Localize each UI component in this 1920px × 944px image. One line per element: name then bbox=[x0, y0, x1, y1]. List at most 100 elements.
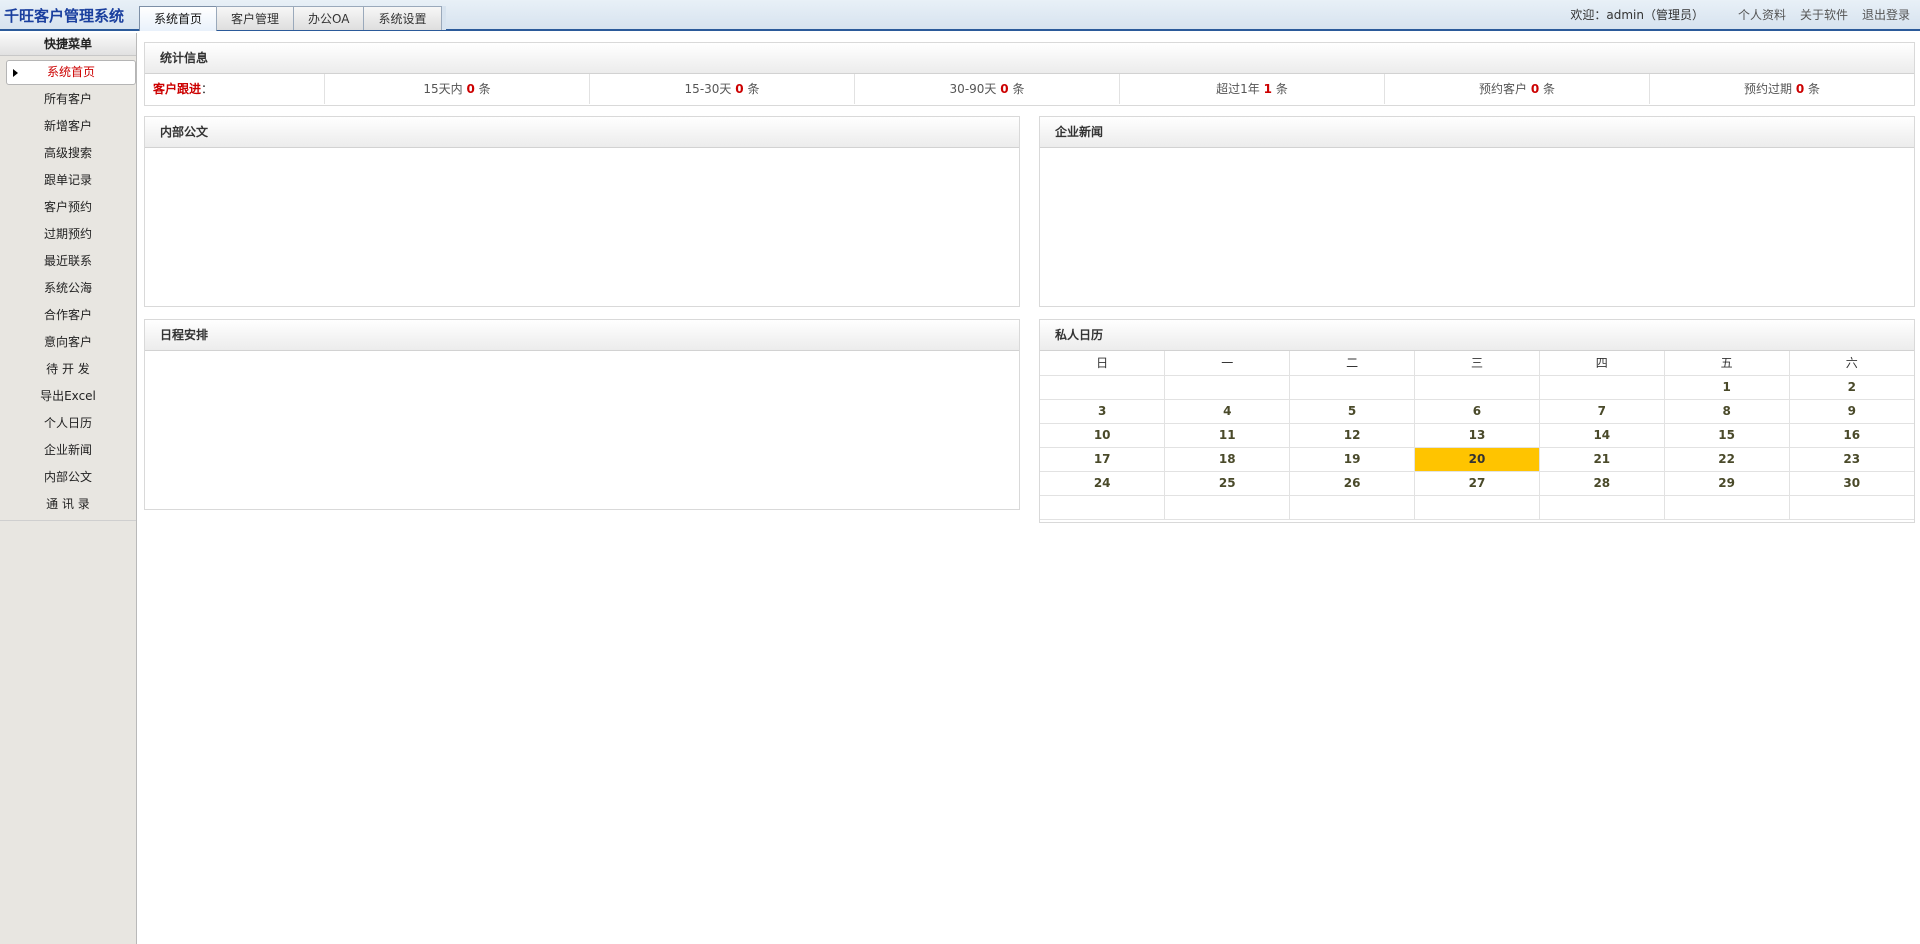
calendar-day[interactable]: 18 bbox=[1164, 446, 1291, 472]
calendar-day[interactable]: 23 bbox=[1788, 446, 1914, 472]
calendar-day[interactable] bbox=[1164, 494, 1291, 520]
stat-prefix: 预约过期 bbox=[1743, 82, 1792, 96]
header-links: 欢迎：admin（管理员） 个人资料 关于软件 退出登录 bbox=[1570, 6, 1910, 23]
calendar-day[interactable]: 1 bbox=[1663, 374, 1790, 400]
sidebar-item-prospect-customers[interactable]: 意向客户 bbox=[0, 329, 136, 356]
calendar-day[interactable]: 13 bbox=[1414, 422, 1540, 448]
stat-15-days[interactable]: 15天内 0 条 bbox=[325, 74, 590, 104]
calendar-day[interactable]: 22 bbox=[1663, 446, 1790, 472]
calendar-week-row bbox=[1040, 494, 1914, 520]
calendar-week-row: 17 18 19 20 21 22 23 bbox=[1040, 446, 1914, 472]
calendar-day[interactable] bbox=[1289, 494, 1416, 520]
caret-right-icon bbox=[13, 69, 18, 77]
stat-prefix: 超过1年 bbox=[1216, 82, 1260, 96]
calendar-day[interactable]: 25 bbox=[1164, 470, 1291, 496]
stat-count: 0 bbox=[466, 82, 475, 96]
calendar-day[interactable]: 5 bbox=[1289, 398, 1416, 424]
internal-docs-title: 内部公文 bbox=[145, 117, 1019, 148]
tab-office-oa[interactable]: 办公OA bbox=[293, 6, 365, 30]
sidebar-item-to-develop[interactable]: 待 开 发 bbox=[0, 356, 136, 383]
calendar-day[interactable] bbox=[1538, 374, 1665, 400]
calendar-weekday-row: 日 一 二 三 四 五 六 bbox=[1040, 351, 1914, 376]
calendar-day[interactable]: 29 bbox=[1663, 470, 1790, 496]
about-link[interactable]: 关于软件 bbox=[1800, 6, 1848, 23]
calendar-day[interactable]: 14 bbox=[1538, 422, 1665, 448]
sidebar-item-personal-calendar[interactable]: 个人日历 bbox=[0, 410, 136, 437]
calendar-day[interactable]: 24 bbox=[1040, 470, 1166, 496]
sidebar-item-expired-appointments[interactable]: 过期预约 bbox=[0, 221, 136, 248]
tab-system-settings[interactable]: 系统设置 bbox=[363, 6, 442, 30]
calendar-day[interactable]: 27 bbox=[1414, 470, 1540, 496]
sidebar-item-new-customer[interactable]: 新增客户 bbox=[0, 113, 136, 140]
calendar-day[interactable]: 26 bbox=[1289, 470, 1416, 496]
logout-link[interactable]: 退出登录 bbox=[1862, 6, 1910, 23]
stat-unit: 条 bbox=[1808, 82, 1821, 96]
schedule-title: 日程安排 bbox=[145, 320, 1019, 351]
weekday-header: 一 bbox=[1164, 351, 1291, 376]
calendar-day[interactable]: 28 bbox=[1538, 470, 1665, 496]
weekday-header: 四 bbox=[1538, 351, 1665, 376]
sidebar-item-company-news[interactable]: 企业新闻 bbox=[0, 437, 136, 464]
sidebar-item-partner-customers[interactable]: 合作客户 bbox=[0, 302, 136, 329]
sidebar-item-customer-appointments[interactable]: 客户预约 bbox=[0, 194, 136, 221]
stat-30-90-days[interactable]: 30-90天 0 条 bbox=[855, 74, 1120, 104]
sidebar-item-follow-records[interactable]: 跟单记录 bbox=[0, 167, 136, 194]
calendar-day[interactable] bbox=[1414, 494, 1540, 520]
main-tabs: 系统首页 客户管理 办公OA 系统设置 bbox=[139, 6, 446, 31]
calendar-day[interactable]: 11 bbox=[1164, 422, 1291, 448]
calendar-day[interactable] bbox=[1040, 494, 1166, 520]
stat-appointment-customers[interactable]: 预约客户 0 条 bbox=[1385, 74, 1650, 104]
calendar-day[interactable]: 21 bbox=[1538, 446, 1665, 472]
calendar-day-today[interactable]: 20 bbox=[1414, 446, 1540, 472]
calendar-day[interactable]: 19 bbox=[1289, 446, 1416, 472]
calendar-day[interactable] bbox=[1289, 374, 1416, 400]
company-news-panel: 企业新闻 bbox=[1039, 116, 1915, 307]
calendar-day[interactable]: 30 bbox=[1788, 470, 1914, 496]
calendar-day[interactable]: 10 bbox=[1040, 422, 1166, 448]
calendar-table: 日 一 二 三 四 五 六 1 2 3 4 5 6 7 8 9 10 11 12… bbox=[1040, 351, 1914, 520]
stat-unit: 条 bbox=[1012, 82, 1025, 96]
calendar-day[interactable]: 6 bbox=[1414, 398, 1540, 424]
sidebar-item-public-pool[interactable]: 系统公海 bbox=[0, 275, 136, 302]
calendar-day[interactable]: 17 bbox=[1040, 446, 1166, 472]
sidebar-item-export-excel[interactable]: 导出Excel bbox=[0, 383, 136, 410]
sidebar-item-recent-contacts[interactable]: 最近联系 bbox=[0, 248, 136, 275]
calendar-day[interactable] bbox=[1663, 494, 1790, 520]
stat-prefix: 15-30天 bbox=[684, 82, 732, 96]
calendar-day[interactable] bbox=[1164, 374, 1291, 400]
sidebar-item-address-book[interactable]: 通 讯 录 bbox=[0, 491, 136, 518]
calendar-day[interactable]: 16 bbox=[1788, 422, 1914, 448]
company-news-title: 企业新闻 bbox=[1040, 117, 1914, 148]
profile-link[interactable]: 个人资料 bbox=[1738, 6, 1786, 23]
calendar-day[interactable] bbox=[1538, 494, 1665, 520]
stat-unit: 条 bbox=[478, 82, 491, 96]
sidebar-menu: 系统首页 所有客户 新增客户 高级搜索 跟单记录 客户预约 过期预约 最近联系 … bbox=[0, 57, 136, 521]
welcome-text: 欢迎：admin（管理员） bbox=[1570, 8, 1704, 22]
weekday-header: 三 bbox=[1414, 351, 1540, 376]
calendar-day[interactable]: 2 bbox=[1788, 374, 1914, 400]
calendar-day[interactable]: 8 bbox=[1663, 398, 1790, 424]
sidebar-item-home[interactable]: 系统首页 bbox=[6, 60, 136, 85]
stat-15-30-days[interactable]: 15-30天 0 条 bbox=[590, 74, 855, 104]
calendar-day[interactable]: 3 bbox=[1040, 398, 1166, 424]
app-title: 千旺客户管理系统 bbox=[4, 7, 125, 25]
calendar-day[interactable]: 7 bbox=[1538, 398, 1665, 424]
sidebar-item-all-customers[interactable]: 所有客户 bbox=[0, 86, 136, 113]
calendar-week-row: 3 4 5 6 7 8 9 bbox=[1040, 398, 1914, 424]
calendar-day[interactable]: 12 bbox=[1289, 422, 1416, 448]
stat-over-1-year[interactable]: 超过1年 1 条 bbox=[1120, 74, 1385, 104]
stats-label-text: 客户跟进 bbox=[153, 82, 202, 96]
calendar-day[interactable] bbox=[1414, 374, 1540, 400]
sidebar-item-advanced-search[interactable]: 高级搜索 bbox=[0, 140, 136, 167]
tab-customer-management[interactable]: 客户管理 bbox=[216, 6, 295, 30]
calendar-day[interactable]: 4 bbox=[1164, 398, 1291, 424]
tab-home[interactable]: 系统首页 bbox=[139, 6, 218, 31]
calendar-day[interactable]: 15 bbox=[1663, 422, 1790, 448]
calendar-day[interactable] bbox=[1040, 374, 1166, 400]
calendar-day[interactable]: 9 bbox=[1788, 398, 1914, 424]
calendar-day[interactable] bbox=[1788, 494, 1914, 520]
stat-count: 0 bbox=[1000, 82, 1009, 96]
stat-expired-appointments[interactable]: 预约过期 0 条 bbox=[1650, 74, 1914, 104]
stats-row: 客户跟进： 15天内 0 条 15-30天 0 条 30-90天 0 条 超过1… bbox=[145, 74, 1914, 104]
sidebar-item-internal-docs[interactable]: 内部公文 bbox=[0, 464, 136, 491]
